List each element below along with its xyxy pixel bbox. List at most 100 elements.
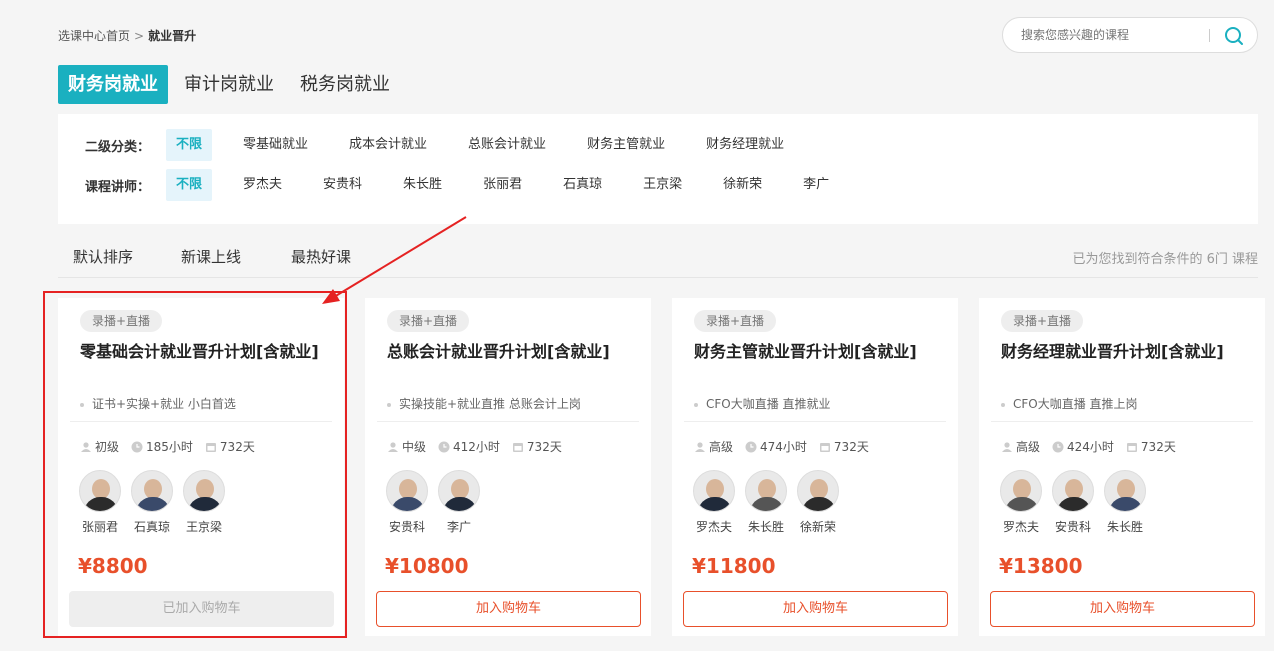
category-option[interactable]: 成本会计就业 [339, 129, 437, 161]
category-option[interactable]: 不限 [166, 129, 213, 161]
sort-default[interactable]: 默认排序 [73, 246, 133, 267]
course-days: 732天 [1140, 440, 1176, 454]
bullet-dot [387, 402, 391, 407]
teacher-avatar [797, 470, 839, 512]
teacher-name: 朱长胜 [1106, 520, 1143, 534]
course-desc-text: 实操技能+就业直推 总账会计上岗 [399, 397, 581, 411]
course-card[interactable]: 录播+直播 财务经理就业晋升计划[含就业] CFO大咖直播 直推上岗 高级 42… [979, 298, 1265, 636]
course-badge: 录播+直播 [694, 310, 777, 332]
result-count: 已为您找到符合条件的 6门 课程 [1072, 252, 1258, 267]
teacher-avatar [386, 470, 428, 512]
teacher[interactable]: 徐新荣 [796, 470, 840, 535]
course-card[interactable]: 录播+直播 财务主管就业晋升计划[含就业] CFO大咖直播 直推就业 高级 47… [672, 298, 958, 636]
course-meta: 高级 474小时 732天 [694, 438, 881, 455]
teacher-avatar [693, 470, 735, 512]
category-filter-row: 二级分类： 不限 零基础就业 成本会计就业 总账会计就业 财务主管就业 财务经理… [85, 128, 815, 162]
course-price: ¥11800 [692, 554, 776, 578]
teacher-option[interactable]: 张丽君 [473, 169, 532, 201]
teacher-name: 李广 [446, 520, 471, 534]
add-to-cart-button[interactable]: 加入购物车 [376, 591, 641, 627]
course-days: 732天 [833, 440, 869, 454]
search-input[interactable] [1021, 26, 1201, 44]
teacher-list: 安贵科 李广 [385, 470, 489, 535]
teacher-option[interactable]: 朱长胜 [393, 169, 452, 201]
user-level-icon [388, 441, 398, 452]
course-hours: 412小时 [453, 440, 500, 454]
category-option[interactable]: 零基础就业 [233, 129, 318, 161]
course-title[interactable]: 财务主管就业晋升计划[含就业] [694, 338, 917, 362]
clock-icon [438, 441, 450, 452]
teacher[interactable]: 李广 [437, 470, 481, 535]
teacher-name: 安贵科 [1054, 520, 1091, 534]
teacher-name: 徐新荣 [799, 520, 836, 534]
teacher[interactable]: 安贵科 [385, 470, 429, 535]
tab-tax-job[interactable]: 税务岗就业 [290, 65, 400, 104]
card-divider [991, 421, 1253, 422]
teacher[interactable]: 朱长胜 [744, 470, 788, 535]
teacher-option[interactable]: 罗杰夫 [233, 169, 292, 201]
course-desc-text: CFO大咖直播 直推上岗 [1013, 397, 1138, 411]
breadcrumb-home[interactable]: 选课中心首页 [58, 29, 130, 43]
search-icon[interactable] [1223, 25, 1245, 47]
course-hours: 424小时 [1067, 440, 1114, 454]
teacher-avatar [1052, 470, 1094, 512]
teacher-filter-label: 课程讲师： [85, 179, 151, 195]
sort-bar: 默认排序 新课上线 最热好课 已为您找到符合条件的 6门 课程 [58, 238, 1258, 278]
add-to-cart-button[interactable]: 加入购物车 [990, 591, 1255, 627]
tab-audit-job[interactable]: 审计岗就业 [174, 65, 284, 104]
course-title[interactable]: 财务经理就业晋升计划[含就业] [1001, 338, 1224, 362]
teacher-option[interactable]: 徐新荣 [713, 169, 772, 201]
category-filter-label: 二级分类： [85, 139, 151, 155]
add-to-cart-button[interactable]: 加入购物车 [683, 591, 948, 627]
job-tabs: 财务岗就业 审计岗就业 税务岗就业 [58, 65, 406, 104]
teacher[interactable]: 朱长胜 [1103, 470, 1147, 535]
category-option[interactable]: 总账会计就业 [458, 129, 556, 161]
course-badge: 录播+直播 [1001, 310, 1084, 332]
search-divider [1209, 29, 1210, 42]
card-divider [377, 421, 639, 422]
user-level-icon [1002, 441, 1012, 452]
category-option[interactable]: 财务经理就业 [696, 129, 794, 161]
course-days: 732天 [526, 440, 562, 454]
user-level-icon [695, 441, 705, 452]
teacher-option[interactable]: 王京梁 [633, 169, 692, 201]
course-desc-text: CFO大咖直播 直推就业 [706, 397, 831, 411]
sort-new[interactable]: 新课上线 [181, 246, 241, 267]
course-card[interactable]: 录播+直播 总账会计就业晋升计划[含就业] 实操技能+就业直推 总账会计上岗 中… [365, 298, 651, 636]
clock-icon [1052, 441, 1064, 452]
course-level: 中级 [402, 440, 427, 454]
course-badge: 录播+直播 [387, 310, 470, 332]
teacher[interactable]: 罗杰夫 [999, 470, 1043, 535]
course-price: ¥13800 [999, 554, 1083, 578]
teacher-name: 安贵科 [388, 520, 425, 534]
teacher-name: 朱长胜 [747, 520, 784, 534]
search-box [1002, 17, 1258, 53]
breadcrumb: 选课中心首页 > 就业晋升 [58, 27, 196, 44]
teacher-name: 罗杰夫 [695, 520, 732, 534]
teacher-avatar [1000, 470, 1042, 512]
teacher[interactable]: 罗杰夫 [692, 470, 736, 535]
course-desc: 实操技能+就业直推 总账会计上岗 [387, 395, 581, 412]
course-level: 高级 [1016, 440, 1041, 454]
breadcrumb-current: 就业晋升 [148, 29, 197, 43]
teacher-name: 罗杰夫 [1002, 520, 1039, 534]
teacher-avatar [1104, 470, 1146, 512]
teacher-list: 罗杰夫 朱长胜 徐新荣 [692, 470, 848, 535]
teacher-option[interactable]: 安贵科 [313, 169, 372, 201]
category-option[interactable]: 财务主管就业 [577, 129, 675, 161]
teacher-option[interactable]: 不限 [166, 169, 213, 201]
teacher-list: 罗杰夫 安贵科 朱长胜 [999, 470, 1155, 535]
breadcrumb-separator: > [134, 29, 145, 43]
teacher-avatar [745, 470, 787, 512]
teacher-option[interactable]: 石真琼 [553, 169, 612, 201]
teacher[interactable]: 安贵科 [1051, 470, 1095, 535]
course-desc: CFO大咖直播 直推就业 [694, 395, 831, 412]
bullet-dot [1001, 402, 1005, 407]
highlight-box [43, 291, 347, 638]
calendar-icon [1126, 442, 1137, 452]
course-title[interactable]: 总账会计就业晋升计划[含就业] [387, 338, 610, 362]
tab-finance-job[interactable]: 财务岗就业 [58, 65, 168, 104]
teacher-option[interactable]: 李广 [793, 169, 839, 201]
filter-panel: 二级分类： 不限 零基础就业 成本会计就业 总账会计就业 财务主管就业 财务经理… [58, 114, 1258, 224]
sort-hot[interactable]: 最热好课 [291, 246, 351, 267]
